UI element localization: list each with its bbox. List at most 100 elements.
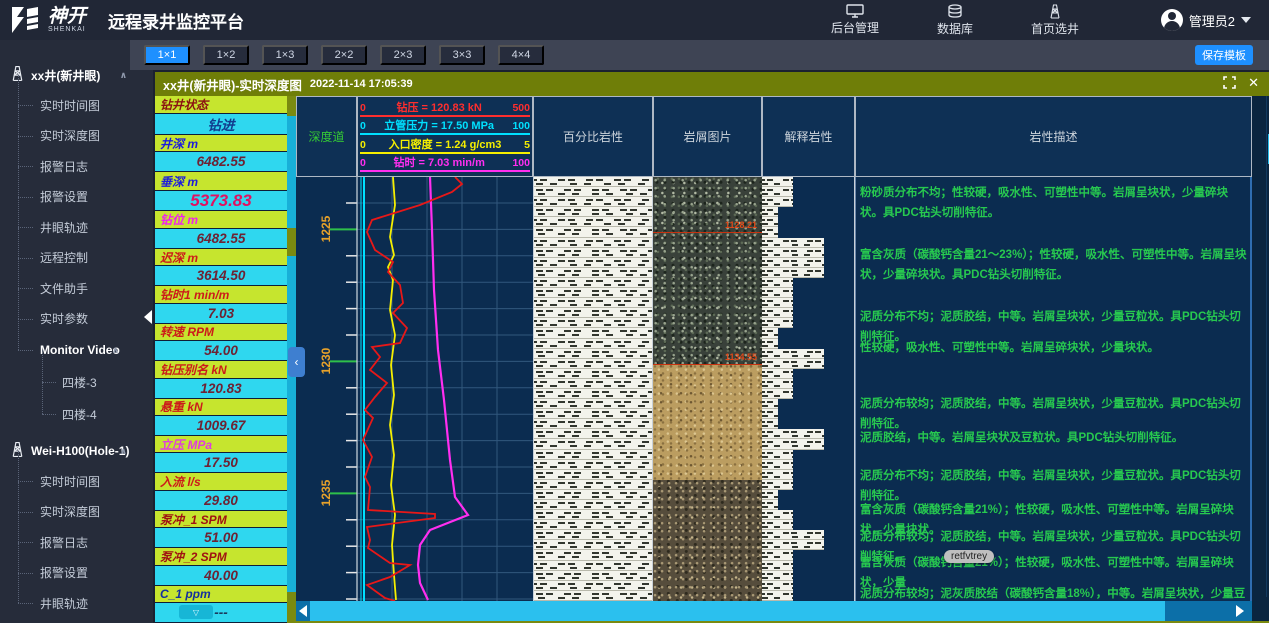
sidebar-item-实时深度图[interactable]: 实时深度图 — [0, 497, 153, 528]
interp-lithology-bar — [762, 439, 824, 449]
lithology-symbol-row — [534, 561, 652, 571]
depth-label: 1235 — [319, 479, 333, 506]
sidebar-item-报警设置[interactable]: 报警设置 — [0, 182, 153, 213]
sidebar-subitem-四楼-3[interactable]: 四楼-3 — [0, 366, 153, 398]
interp-bar-row — [762, 419, 854, 429]
nav-item-首页选井[interactable]: 首页选井 — [1031, 0, 1079, 40]
interp-lithology-bar — [762, 399, 778, 409]
param-value: 6482.55 — [155, 229, 287, 248]
param-label: 垂深 m — [155, 172, 287, 190]
cuttings-photo-column: 1128.211134.55 — [653, 177, 762, 601]
sidebar-item-label: 实时深度图 — [40, 127, 100, 144]
sidebar-item-实时时间图[interactable]: 实时时间图 — [0, 466, 153, 497]
column-header-interpreted-lithology: 解释岩性 — [762, 96, 855, 177]
sidebar-item-实时参数[interactable]: 实时参数 — [0, 304, 153, 335]
param-label: 钻井状态 — [155, 96, 287, 114]
lithology-symbol-row — [534, 571, 652, 581]
interp-bar-row — [762, 359, 854, 369]
admin-monitor-icon — [846, 4, 864, 19]
interp-bar-row — [762, 429, 854, 439]
sidebar-item-井眼轨迹[interactable]: 井眼轨迹 — [0, 212, 153, 243]
interp-bar-row — [762, 248, 854, 258]
layout-tabstrip: 1×1 1×2 1×3 2×2 2×3 3×3 4×4 保存模板 — [130, 40, 1269, 70]
scroll-right-arrow-icon[interactable] — [1236, 605, 1244, 617]
interp-lithology-bar — [762, 530, 824, 540]
top-header: 神开 SHENKAI 远程录井监控平台 后台管理数据库首页选井 管理员2 — [0, 0, 1269, 40]
interp-bar-row — [762, 480, 854, 490]
sidebar-well-Wei-H100(Hole-1)[interactable]: Wei-H100(Hole-1)∧ — [0, 436, 153, 466]
sidebar-item-报警日志[interactable]: 报警日志 — [0, 527, 153, 558]
sidebar-item-实时时间图[interactable]: 实时时间图 — [0, 90, 153, 121]
nav-item-label: 后台管理 — [831, 19, 879, 36]
interp-lithology-bar — [762, 581, 793, 591]
interp-lithology-bar — [762, 419, 778, 429]
interp-bar-row — [762, 278, 854, 288]
close-icon[interactable]: ✕ — [1248, 77, 1259, 89]
legend-label: 入口密度 = 1.24 g/cm3 — [389, 138, 502, 152]
lithology-symbol-row — [534, 187, 652, 197]
percent-lithology-column — [533, 177, 653, 601]
lithology-symbol-row — [534, 278, 652, 288]
chevron-up-icon[interactable]: ∧ — [120, 70, 127, 81]
param-row-立压: 立压 MPa17.50 — [155, 436, 287, 473]
sidebar-item-实时深度图[interactable]: 实时深度图 — [0, 121, 153, 152]
interp-lithology-bar — [762, 258, 824, 268]
interp-lithology-bar — [762, 318, 793, 328]
interp-lithology-bar — [762, 510, 793, 520]
curve-钻时 — [418, 177, 468, 600]
chevron-up-icon[interactable]: ∧ — [112, 345, 119, 356]
sidebar-collapse-arrow-icon[interactable] — [144, 310, 152, 324]
interp-bar-row — [762, 439, 854, 449]
sidebar-item-报警设置[interactable]: 报警设置 — [0, 558, 153, 589]
hover-tooltip: retfvtrey — [944, 550, 994, 563]
layout-tab-4×4[interactable]: 4×4 — [498, 45, 544, 65]
sidebar-group-Monitor Video[interactable]: Monitor Video∧ — [0, 334, 153, 366]
interp-lithology-bar — [762, 339, 778, 349]
layout-tab-1×3[interactable]: 1×3 — [262, 45, 308, 65]
chevron-up-icon[interactable]: ∧ — [120, 446, 127, 457]
param-dropdown-button[interactable]: ▽ — [179, 605, 213, 619]
sidebar-item-label: 报警设置 — [40, 188, 88, 205]
sidebar-item-报警日志[interactable]: 报警日志 — [0, 151, 153, 182]
interp-lithology-bar — [762, 288, 793, 298]
nav-item-数据库[interactable]: 数据库 — [937, 0, 973, 40]
sidebar-item-远程控制[interactable]: 远程控制 — [0, 243, 153, 274]
interp-lithology-bar — [762, 409, 778, 419]
interp-bar-row — [762, 339, 854, 349]
nav-item-label: 首页选井 — [1031, 20, 1079, 37]
lithology-symbol-row — [534, 591, 652, 601]
horizontal-scrollbar[interactable] — [296, 601, 1252, 621]
param-label: C_1 ppm — [155, 586, 287, 603]
database-icon — [947, 4, 963, 20]
sidebar-item-文件助手[interactable]: 文件助手 — [0, 273, 153, 304]
interp-lithology-bar — [762, 470, 793, 480]
interp-bar-row — [762, 581, 854, 591]
scroll-left-arrow-icon[interactable] — [299, 605, 307, 617]
lithology-symbol-row — [534, 450, 652, 460]
panel-collapse-tab[interactable]: ‹ — [288, 347, 305, 377]
horizontal-scrollbar-thumb[interactable] — [310, 601, 1165, 621]
interp-bar-row — [762, 500, 854, 510]
legend-min: 0 — [360, 138, 366, 152]
well-tree-sidebar: xx井(新井眼)∧实时时间图实时深度图报警日志报警设置井眼轨迹远程控制文件助手实… — [0, 40, 153, 623]
save-template-button[interactable]: 保存模板 — [1195, 45, 1253, 65]
fullscreen-icon[interactable] — [1223, 76, 1236, 89]
layout-tab-2×3[interactable]: 2×3 — [380, 45, 426, 65]
interp-lithology-bar — [762, 268, 824, 278]
lithology-description-text: 泥质分布较均；泥灰质胶结（碳酸钙含量18%），中等。岩屑呈块状，少量豆粒状。具P… — [860, 584, 1248, 601]
layout-tab-3×3[interactable]: 3×3 — [439, 45, 485, 65]
lithology-description-text: 富含灰质（碳酸钙含量21～23%）；性较硬，吸水性、可塑性中等。岩屑呈块状，少量… — [860, 245, 1248, 285]
layout-tab-2×2[interactable]: 2×2 — [321, 45, 367, 65]
interp-lithology-bar — [762, 561, 793, 571]
lithology-symbol-row — [534, 419, 652, 429]
depth-chart-window: xx井(新井眼)-实时深度图 2022-11-14 17:05:39 ✕ 钻井状… — [155, 72, 1269, 623]
user-menu[interactable]: 管理员2 — [1161, 0, 1251, 40]
nav-item-后台管理[interactable]: 后台管理 — [831, 0, 879, 40]
param-row-泵冲_2: 泵冲_2 SPM40.00 — [155, 548, 287, 585]
param-row-垂深: 垂深 m5373.83 — [155, 172, 287, 211]
sidebar-item-井眼轨迹[interactable]: 井眼轨迹 — [0, 588, 153, 619]
layout-tab-1×2[interactable]: 1×2 — [203, 45, 249, 65]
sidebar-subitem-四楼-4[interactable]: 四楼-4 — [0, 398, 153, 430]
lithology-symbol-row — [534, 248, 652, 258]
layout-tab-1×1[interactable]: 1×1 — [144, 45, 190, 65]
